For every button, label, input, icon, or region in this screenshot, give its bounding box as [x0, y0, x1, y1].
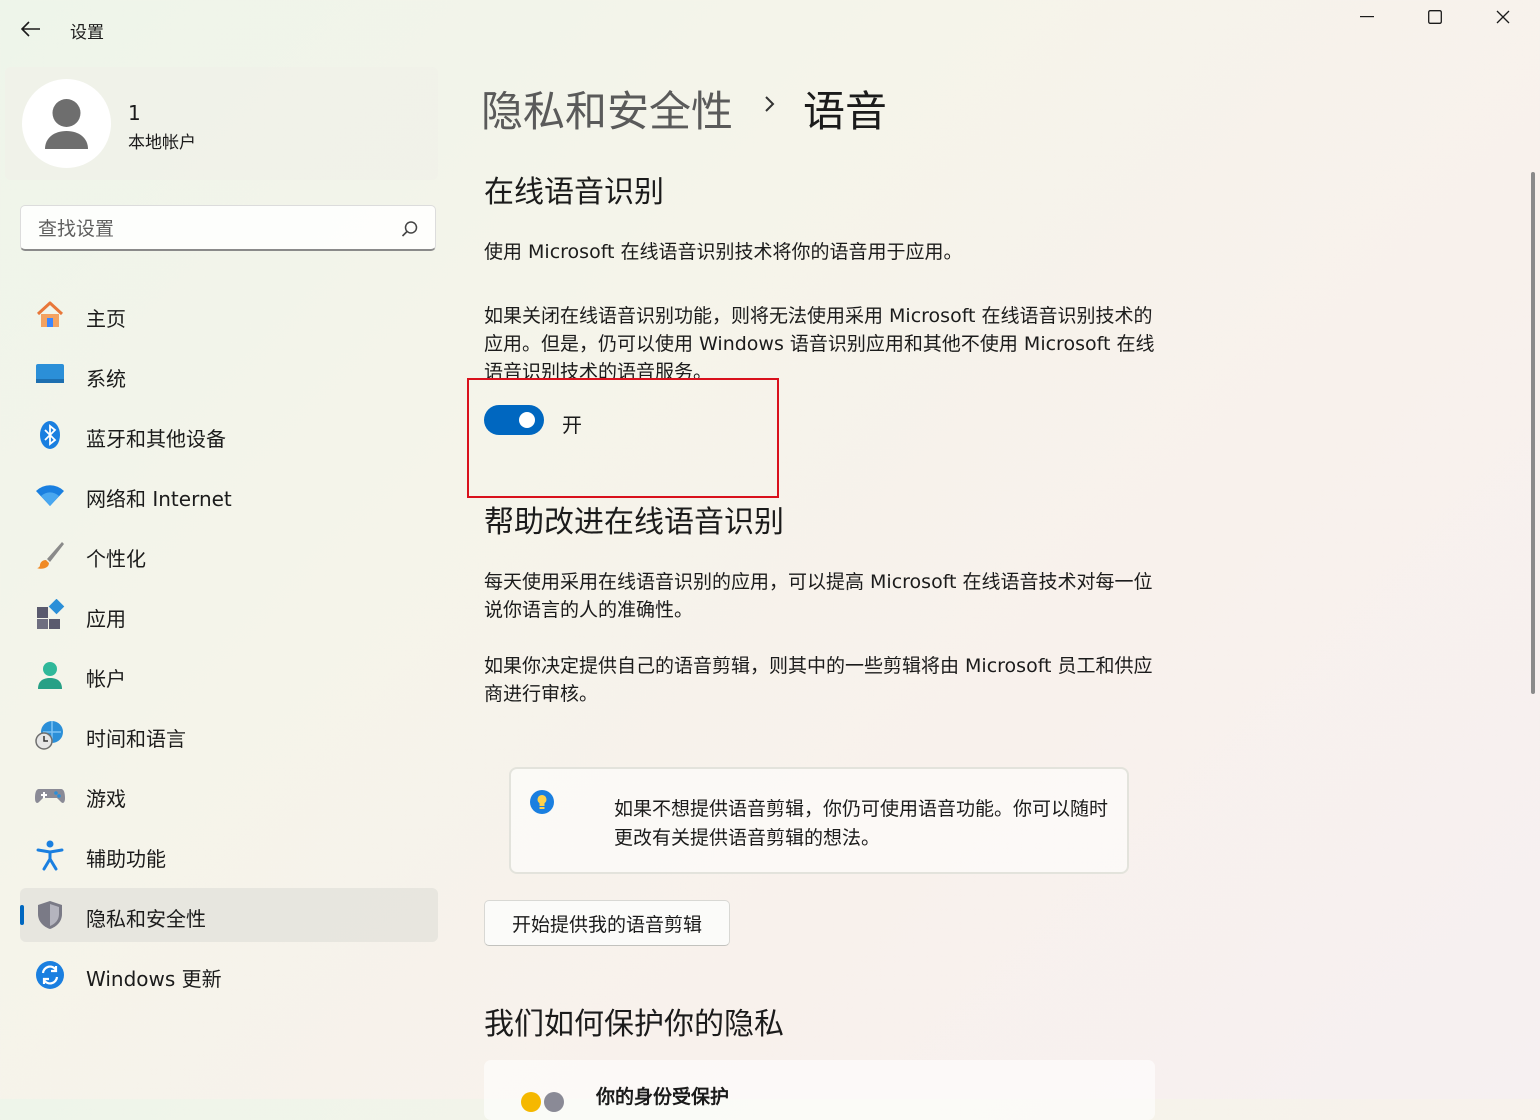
start-contributing-voice-clips-button[interactable]: 开始提供我的语音剪辑 [484, 900, 730, 946]
section-title-help-improve: 帮助改进在线语音识别 [484, 505, 784, 540]
search-input[interactable] [36, 214, 390, 244]
minimize-button[interactable] [1333, 0, 1401, 34]
breadcrumb-parent[interactable]: 隐私和安全性 [481, 78, 733, 139]
account-icon [38, 662, 62, 689]
help-improve-desc1: 每天使用采用在线语音识别的应用，可以提高 Microsoft 在线语音技术对每一… [484, 571, 1153, 621]
nav-item-system[interactable]: 系统 [20, 348, 438, 402]
search-icon[interactable] [401, 220, 419, 238]
home-icon [36, 301, 64, 327]
info-box: 如果不想提供语音剪辑，你仍可使用语音功能。你可以随时更改有关提供语音剪辑的想法。 [509, 767, 1129, 874]
privacy-card: 你的身份受保护 [484, 1060, 1155, 1120]
apps-icon [37, 599, 65, 629]
nav-item-apps[interactable]: 应用 [20, 588, 438, 642]
search-box [20, 205, 436, 251]
scrollbar[interactable] [1531, 172, 1535, 694]
nav-item-network[interactable]: 网络和 Internet [20, 468, 438, 522]
user-name: 1 [128, 101, 141, 125]
nav-label: 个性化 [86, 547, 146, 571]
highlight-box [467, 378, 779, 498]
info-text: 如果不想提供语音剪辑，你仍可使用语音功能。你可以随时更改有关提供语音剪辑的想法。 [614, 798, 1109, 849]
close-icon [1496, 10, 1510, 24]
online-speech-desc2: 如果关闭在线语音识别功能，则将无法使用采用 Microsoft 在线语音识别技术… [484, 305, 1155, 383]
nav-item-time-language[interactable]: 时间和语言 [20, 708, 438, 762]
system-display-icon [36, 364, 64, 383]
nav-label: 隐私和安全性 [86, 907, 206, 931]
help-improve-desc2: 如果你决定提供自己的语音剪辑，则其中的一些剪辑将由 Microsoft 员工和供… [484, 655, 1153, 705]
wifi-icon [36, 485, 64, 506]
globe-clock-icon [35, 721, 63, 750]
selection-indicator [20, 905, 24, 925]
brush-icon [37, 542, 64, 569]
avatar [22, 79, 111, 168]
nav-label: 主页 [86, 307, 126, 331]
nav-label: Windows 更新 [86, 967, 222, 991]
nav-item-home[interactable]: 主页 [20, 288, 438, 342]
nav-item-privacy-security[interactable]: 隐私和安全性 [20, 888, 438, 942]
bluetooth-icon [40, 421, 60, 449]
minimize-icon [1360, 16, 1374, 18]
section-title-online-speech: 在线语音识别 [484, 175, 664, 210]
privacy-card-title: 你的身份受保护 [596, 1086, 730, 1108]
window-title: 设置 [70, 23, 104, 43]
person-icon [45, 99, 88, 149]
update-icon [36, 961, 64, 989]
gamepad-icon [35, 789, 65, 803]
nav-label: 应用 [86, 607, 126, 631]
nav-label: 蓝牙和其他设备 [86, 427, 226, 451]
nav-label: 系统 [86, 367, 126, 391]
nav-label: 游戏 [86, 787, 126, 811]
chevron-right-icon [765, 96, 775, 112]
nav-item-bluetooth[interactable]: 蓝牙和其他设备 [20, 408, 438, 462]
user-card[interactable]: 1 本地帐户 [5, 67, 438, 180]
back-arrow-icon [21, 21, 40, 37]
close-button[interactable] [1469, 0, 1537, 34]
nav-label: 时间和语言 [86, 727, 186, 751]
account-type: 本地帐户 [128, 133, 196, 153]
nav-item-personalization[interactable]: 个性化 [20, 528, 438, 582]
online-speech-desc1: 使用 Microsoft 在线语音识别技术将你的语音用于应用。 [484, 241, 963, 263]
section-title-privacy: 我们如何保护你的隐私 [484, 1007, 784, 1042]
nav-label: 帐户 [86, 667, 126, 691]
identity-protected-icon [521, 1092, 564, 1112]
nav-item-windows-update[interactable]: Windows 更新 [20, 948, 438, 1002]
accessibility-icon [36, 840, 64, 871]
nav-item-accounts[interactable]: 帐户 [20, 648, 438, 702]
nav-label: 网络和 Internet [86, 487, 232, 511]
shield-icon [38, 901, 62, 929]
maximize-icon [1428, 10, 1442, 24]
page-title: 语音 [803, 87, 888, 136]
maximize-button[interactable] [1401, 0, 1469, 34]
nav-label: 辅助功能 [86, 847, 166, 871]
lightbulb-icon [530, 790, 554, 814]
back-button[interactable] [14, 12, 48, 46]
nav-item-gaming[interactable]: 游戏 [20, 768, 438, 822]
nav-item-accessibility[interactable]: 辅助功能 [20, 828, 438, 882]
